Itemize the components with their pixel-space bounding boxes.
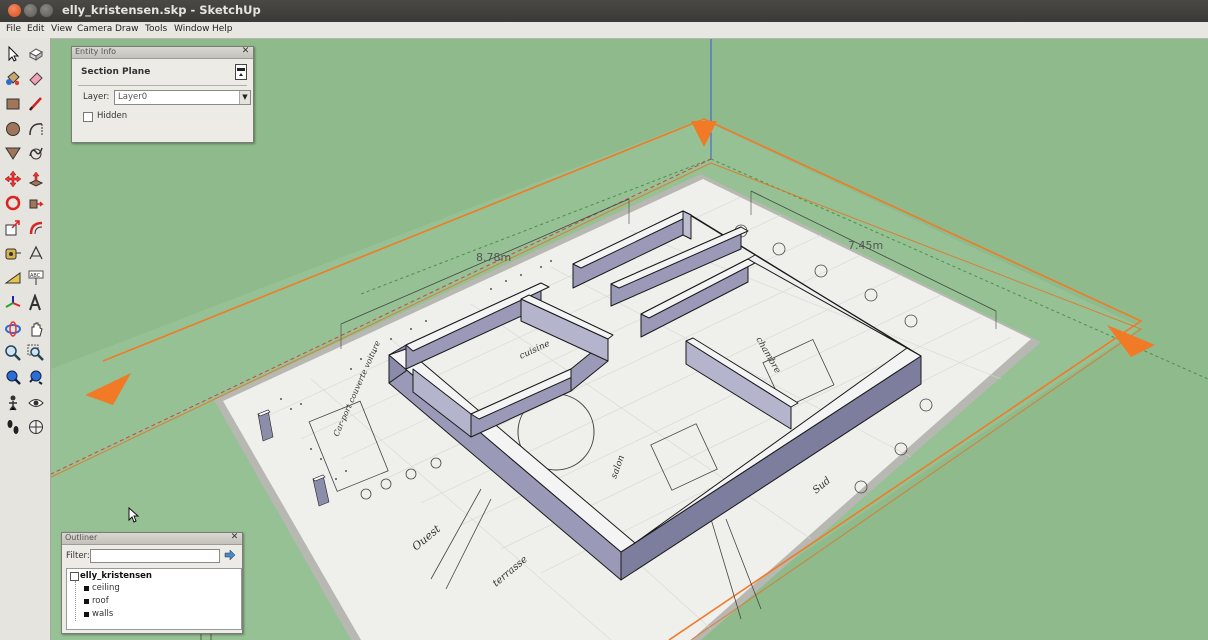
outliner-root[interactable]: elly_kristensen (80, 571, 152, 581)
menu-draw[interactable]: Draw (115, 24, 139, 34)
hidden-checkbox[interactable] (83, 112, 93, 122)
pan-icon[interactable] (25, 318, 47, 340)
tools-toolbar: ABC (0, 38, 51, 640)
menu-view[interactable]: View (51, 24, 72, 34)
zoom-window-icon[interactable] (25, 342, 47, 364)
polygon-icon[interactable] (2, 142, 24, 164)
window-minimize-button[interactable] (24, 4, 37, 17)
menu-bar: File Edit View Camera Draw Tools Window … (0, 22, 1208, 39)
filter-label: Filter: (66, 551, 90, 561)
window-maximize-button[interactable] (40, 4, 53, 17)
window-title: elly_kristensen.skp - SketchUp (62, 3, 261, 17)
menu-camera[interactable]: Camera (77, 24, 112, 34)
mouse-cursor-icon (128, 507, 140, 523)
outliner-title: Outliner (65, 533, 98, 542)
outliner-header[interactable]: Outliner ✕ (62, 533, 242, 545)
outliner-tree[interactable]: elly_kristensen ceiling roof walls (66, 568, 242, 630)
close-icon[interactable]: ✕ (241, 47, 250, 56)
rectangle-icon[interactable] (2, 93, 24, 115)
filter-input[interactable] (90, 549, 220, 563)
make-component-icon[interactable] (25, 43, 47, 65)
title-bar: elly_kristensen.skp - SketchUp (0, 0, 1208, 22)
dimension-width-label: 8.78m (476, 251, 511, 264)
model-viewport[interactable]: 8.78m 7.45m cuisine salon chambre Ouest … (51, 39, 1208, 640)
entity-type-label: Section Plane (81, 67, 151, 77)
outliner-item-walls[interactable]: walls (83, 609, 113, 619)
section-plane-icon[interactable] (25, 416, 47, 438)
outliner-item-roof[interactable]: roof (84, 596, 109, 606)
svg-text:ABC: ABC (30, 273, 41, 279)
section-plane-entity-icon (235, 64, 247, 80)
circle-icon[interactable] (2, 118, 24, 140)
freehand-icon[interactable] (25, 142, 47, 164)
entity-info-header[interactable]: Entity Info ✕ (72, 47, 253, 59)
walk-icon[interactable] (2, 416, 24, 438)
menu-edit[interactable]: Edit (27, 24, 44, 34)
previous-view-icon[interactable] (25, 366, 47, 388)
move-icon[interactable] (2, 168, 24, 190)
follow-me-icon[interactable] (25, 192, 47, 214)
outliner-panel: Outliner ✕ Filter: elly_kristensen ceili… (61, 532, 243, 634)
layer-value: Layer0 (118, 92, 148, 102)
layer-select[interactable]: Layer0 ▼ (114, 90, 251, 105)
menu-tools[interactable]: Tools (145, 24, 167, 34)
divider (78, 85, 247, 86)
menu-help[interactable]: Help (212, 24, 233, 34)
menu-file[interactable]: File (6, 24, 21, 34)
axes-icon[interactable] (2, 292, 24, 314)
look-around-icon[interactable] (25, 392, 47, 414)
push-pull-icon[interactable] (25, 168, 47, 190)
zoom-extents-icon[interactable] (2, 366, 24, 388)
offset-icon[interactable] (25, 217, 47, 239)
outliner-item-ceiling[interactable]: ceiling (84, 583, 120, 593)
entity-info-title: Entity Info (75, 47, 117, 56)
model-icon (70, 572, 79, 581)
close-icon[interactable]: ✕ (230, 533, 239, 542)
select-tool-icon[interactable] (2, 43, 24, 65)
arrow-right-icon[interactable] (224, 549, 236, 561)
entity-info-panel: Entity Info ✕ Section Plane Layer: Layer… (71, 46, 254, 143)
hidden-label: Hidden (97, 111, 128, 121)
dimension-depth-label: 7.45m (848, 239, 883, 252)
3d-text-icon[interactable] (25, 292, 47, 314)
chevron-down-icon[interactable]: ▼ (239, 91, 250, 104)
orbit-icon[interactable] (2, 318, 24, 340)
arc-icon[interactable] (25, 118, 47, 140)
layer-label: Layer: (83, 92, 110, 102)
zoom-icon[interactable] (2, 342, 24, 364)
dimension-icon[interactable] (25, 242, 47, 264)
window-close-button[interactable] (8, 4, 21, 17)
line-icon[interactable] (25, 93, 47, 115)
tape-measure-icon[interactable] (2, 242, 24, 264)
paint-bucket-icon[interactable] (2, 67, 24, 89)
protractor-icon[interactable] (2, 267, 24, 289)
rotate-icon[interactable] (2, 192, 24, 214)
position-camera-icon[interactable] (2, 392, 24, 414)
menu-window[interactable]: Window (174, 24, 210, 34)
text-icon[interactable]: ABC (25, 267, 47, 289)
eraser-icon[interactable] (25, 67, 47, 89)
scale-icon[interactable] (2, 217, 24, 239)
